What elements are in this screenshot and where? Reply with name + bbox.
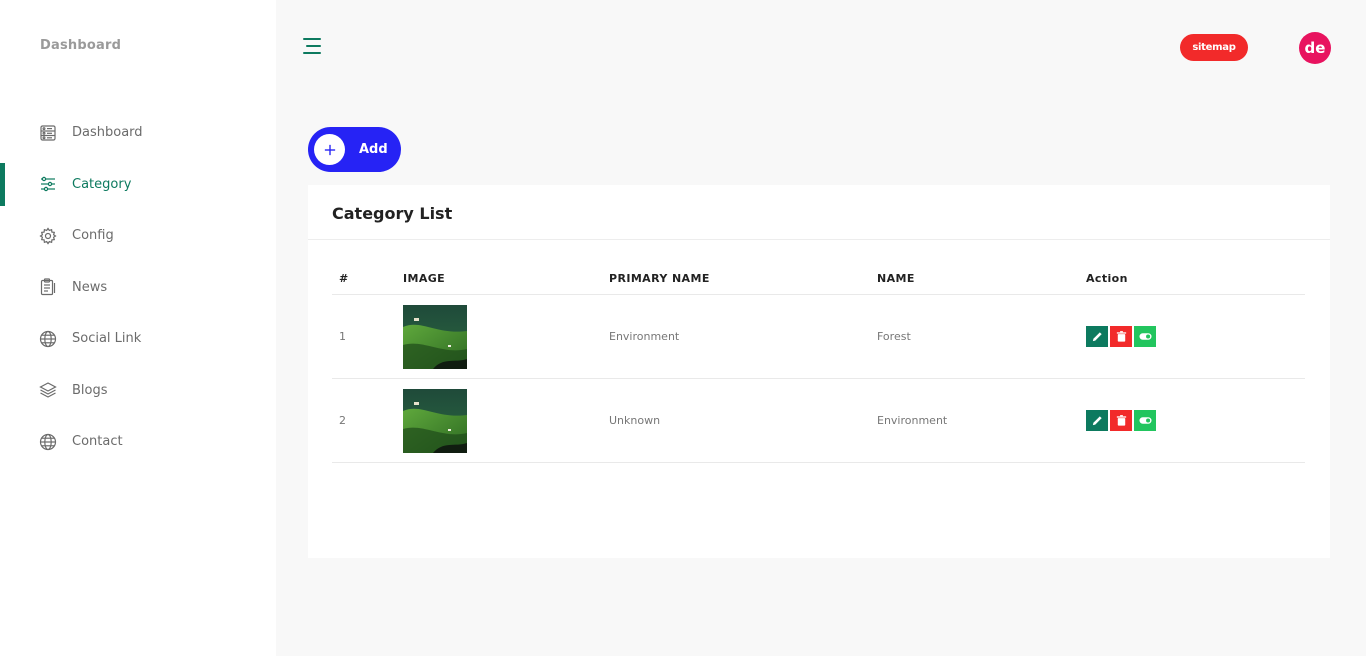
- trash-icon: [1116, 415, 1126, 426]
- sidebar-item-label: Config: [72, 228, 114, 244]
- row-actions: [1086, 326, 1156, 347]
- delete-button[interactable]: [1110, 326, 1132, 347]
- sidebar-item-label: Category: [72, 176, 132, 192]
- hamburger-icon[interactable]: [302, 36, 322, 56]
- sidebar-item-label: News: [72, 279, 108, 295]
- category-table: # IMAGE PRIMARY NAME NAME Action 1 Envir…: [332, 257, 1305, 463]
- sidebar-item-label: Social Link: [72, 331, 142, 347]
- toggle-button[interactable]: [1134, 326, 1156, 347]
- layers-icon: [39, 381, 57, 399]
- row-number: 1: [339, 330, 346, 343]
- column-header-name: NAME: [877, 272, 915, 285]
- sliders-icon: [39, 175, 57, 193]
- row-actions: [1086, 410, 1156, 431]
- sitemap-button[interactable]: sitemap: [1180, 34, 1248, 61]
- column-header-action: Action: [1086, 272, 1128, 285]
- category-image[interactable]: [403, 389, 467, 453]
- brand-title[interactable]: Dashboard: [40, 38, 121, 53]
- sidebar-item-news[interactable]: News: [0, 262, 276, 314]
- globe-icon: [39, 330, 57, 348]
- sidebar-item-label: Dashboard: [72, 125, 143, 141]
- sidebar-item-config[interactable]: Config: [0, 210, 276, 262]
- sidebar-nav: Dashboard Category Config News Social Li…: [0, 107, 276, 468]
- dashboard-icon: [39, 124, 57, 142]
- globe-icon: [39, 433, 57, 451]
- sidebar-item-label: Blogs: [72, 382, 108, 398]
- column-header-primary-name: PRIMARY NAME: [609, 272, 710, 285]
- category-list-card: Category List # IMAGE PRIMARY NAME NAME …: [308, 185, 1330, 558]
- card-divider: [308, 239, 1330, 240]
- row-number: 2: [339, 414, 346, 427]
- toggle-button[interactable]: [1134, 410, 1156, 431]
- sidebar: Dashboard Dashboard Category Config News: [0, 0, 276, 656]
- add-button-label: Add: [359, 142, 388, 157]
- clipboard-icon: [39, 278, 57, 296]
- gear-icon: [39, 227, 57, 245]
- sidebar-item-blogs[interactable]: Blogs: [0, 365, 276, 417]
- pencil-icon: [1092, 416, 1102, 426]
- edit-button[interactable]: [1086, 326, 1108, 347]
- column-header-number: #: [339, 272, 349, 285]
- card-title: Category List: [332, 204, 453, 223]
- table-header: # IMAGE PRIMARY NAME NAME Action: [332, 257, 1305, 295]
- row-name: Environment: [877, 414, 948, 427]
- category-image[interactable]: [403, 305, 467, 369]
- sidebar-item-social-link[interactable]: Social Link: [0, 313, 276, 365]
- row-primary-name: Environment: [609, 330, 680, 343]
- row-name: Forest: [877, 330, 911, 343]
- sidebar-item-dashboard[interactable]: Dashboard: [0, 107, 276, 159]
- column-header-image: IMAGE: [403, 272, 446, 285]
- row-primary-name: Unknown: [609, 414, 661, 427]
- sidebar-item-category[interactable]: Category: [0, 159, 276, 211]
- edit-button[interactable]: [1086, 410, 1108, 431]
- delete-button[interactable]: [1110, 410, 1132, 431]
- toggle-icon: [1138, 333, 1152, 340]
- toggle-icon: [1138, 417, 1152, 424]
- table-row: 1 Environment Forest: [332, 295, 1305, 379]
- add-button[interactable]: Add: [308, 127, 401, 172]
- sidebar-item-label: Contact: [72, 434, 123, 450]
- plus-icon: [314, 134, 345, 165]
- sidebar-item-contact[interactable]: Contact: [0, 416, 276, 468]
- table-row: 2 Unknown Environment: [332, 379, 1305, 463]
- avatar[interactable]: de: [1299, 32, 1331, 64]
- pencil-icon: [1092, 332, 1102, 342]
- trash-icon: [1116, 331, 1126, 342]
